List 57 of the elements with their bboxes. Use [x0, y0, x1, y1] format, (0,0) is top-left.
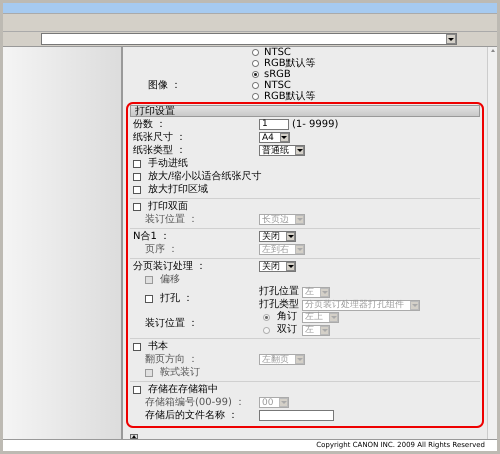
field-label: 书本: [148, 340, 168, 352]
field-label: 鞍式装订: [160, 366, 200, 378]
radio-label: RGB默认等: [264, 91, 316, 102]
checkbox[interactable]: [133, 172, 141, 180]
caret-icon[interactable]: [286, 232, 295, 241]
field-label: 偏移: [160, 274, 180, 286]
field-label: N合1 ：: [133, 230, 170, 242]
field-label: 放大打印区域: [148, 184, 208, 196]
radio-button[interactable]: [252, 82, 259, 89]
checkbox[interactable]: [145, 294, 153, 302]
field-label: 打孔类型: [259, 299, 299, 311]
field-label: 打孔位置: [259, 286, 299, 298]
field-label: 存储后的文件名称 ：: [145, 410, 238, 422]
field-label: 装订位置 ：: [145, 318, 198, 330]
text-field[interactable]: [259, 410, 334, 421]
radio-label: 角订: [277, 311, 297, 323]
scrollbar[interactable]: [487, 47, 497, 439]
field-label: 打印双面: [148, 200, 188, 212]
text-field[interactable]: 1: [259, 119, 289, 130]
caret-icon[interactable]: [280, 133, 289, 142]
radio-label: sRGB: [264, 69, 291, 80]
range-hint: (1- 9999): [292, 118, 338, 130]
field-label: 存储箱编号(00-99) ：: [145, 396, 246, 408]
checkbox[interactable]: [133, 386, 141, 394]
field-label: 纸张类型 ：: [133, 144, 186, 156]
checkbox[interactable]: [133, 160, 141, 168]
section-header: 打印设置: [130, 105, 480, 117]
field-label: 页序 ：: [145, 244, 178, 256]
radio-label: 双订: [277, 324, 297, 336]
address-dropdown[interactable]: [41, 33, 457, 45]
dropdown[interactable]: 关闭: [259, 261, 296, 272]
radio-button[interactable]: [252, 60, 259, 67]
field-label: 纸张尺寸 ：: [133, 132, 186, 144]
radio-button[interactable]: [252, 71, 259, 78]
caret-icon[interactable]: [286, 262, 295, 271]
field-label: 分页装订处理 ：: [133, 260, 206, 272]
field-label: 翻页方向 ：: [145, 354, 198, 366]
checkbox[interactable]: [133, 342, 141, 350]
caret-icon[interactable]: [446, 34, 456, 44]
field-label: 存储在存储箱中: [148, 384, 218, 396]
field-label: 打孔 ：: [160, 292, 194, 304]
field-label: 手动进纸: [148, 158, 188, 170]
field-label: 放大/缩小以适合纸张尺寸: [148, 170, 262, 182]
radio-button[interactable]: [252, 49, 259, 56]
checkbox[interactable]: [133, 202, 141, 210]
dropdown[interactable]: A4: [259, 132, 290, 143]
radio-label: NTSC: [264, 80, 291, 91]
caret-icon[interactable]: [295, 146, 304, 155]
dropdown[interactable]: 关闭: [259, 231, 296, 242]
field-label: 装订位置 ：: [145, 214, 198, 226]
dropdown[interactable]: 普通纸: [259, 145, 305, 156]
checkbox[interactable]: [133, 186, 141, 194]
radio-label: RGB默认等: [264, 58, 316, 69]
field-label: 份数 ：: [133, 118, 166, 130]
radio-button[interactable]: [252, 93, 259, 100]
radio-label: NTSC: [264, 47, 291, 58]
field-label: 图像 ：: [148, 80, 182, 91]
